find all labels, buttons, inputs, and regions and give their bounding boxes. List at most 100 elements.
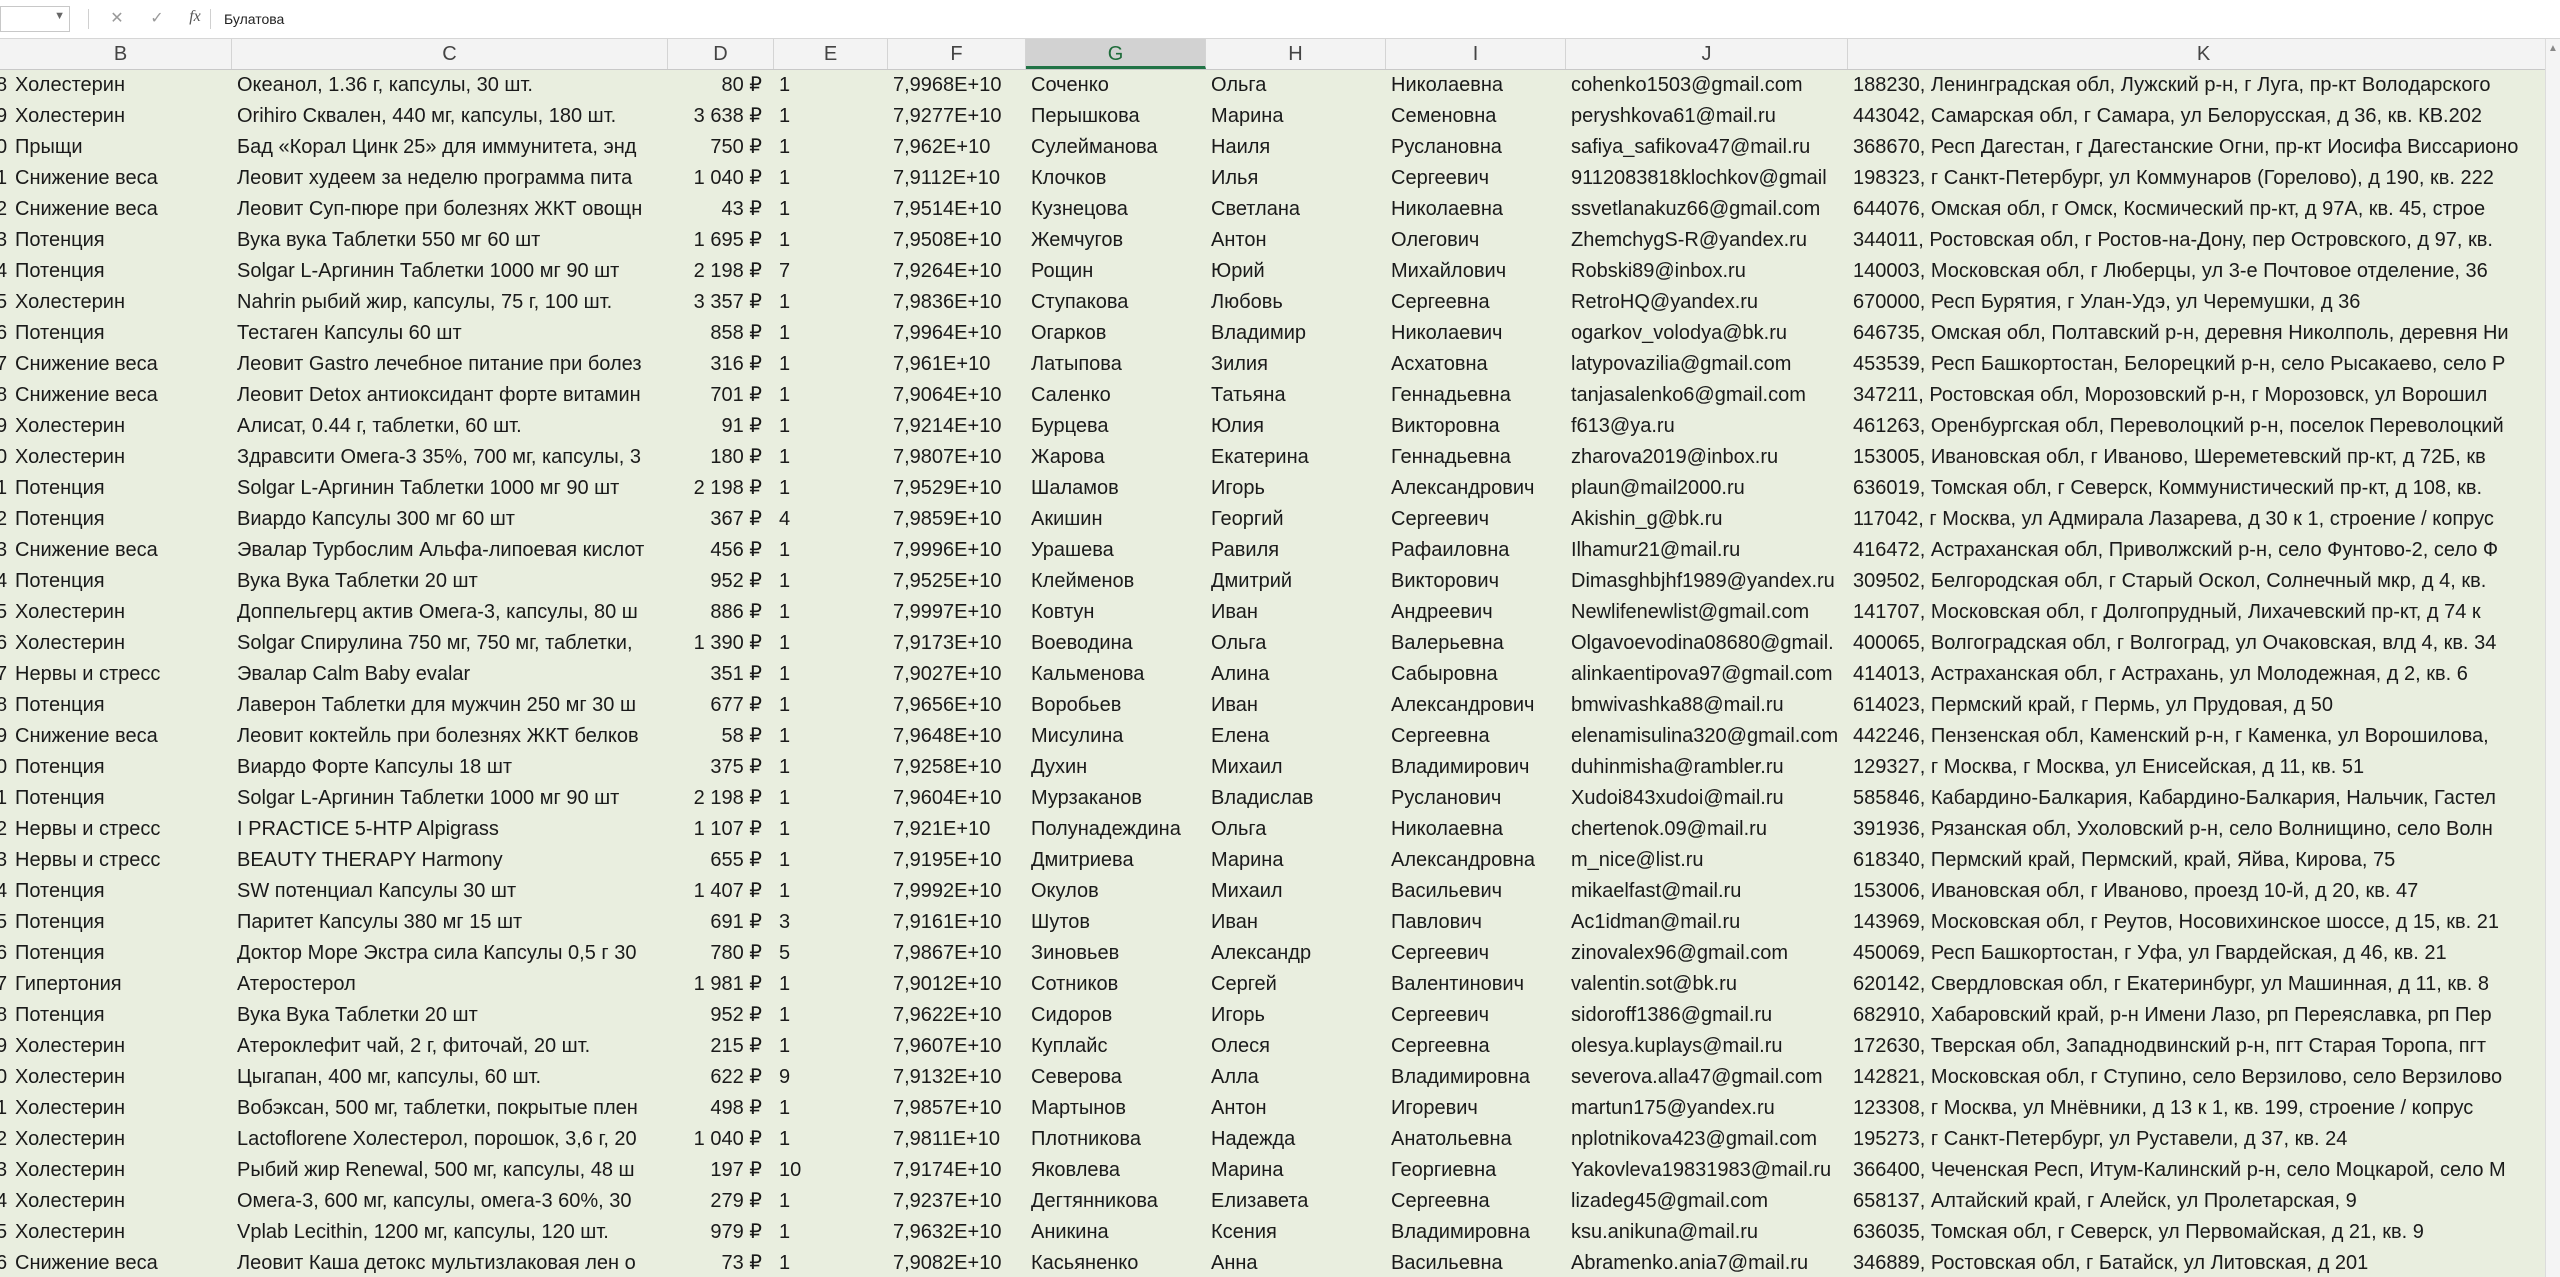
cell[interactable]: Анатольевна [1386,1124,1566,1155]
cell[interactable]: 7,9622E+10 [888,1000,1026,1031]
cell[interactable]: 279 ₽ [668,1186,774,1217]
cell[interactable]: Светлана [1206,194,1386,225]
cell[interactable]: 1 [774,318,888,349]
cell[interactable]: 1 [774,1093,888,1124]
cell[interactable]: 1 [774,194,888,225]
cell[interactable]: 416472, Астраханская обл, Приволжский р-… [1848,535,2560,566]
cell[interactable]: 1 [774,690,888,721]
cell[interactable]: ogarkov_volodya@bk.ru [1566,318,1848,349]
cell[interactable]: Жарова [1026,442,1206,473]
cell[interactable]: 1 981 ₽ [668,969,774,1000]
cell[interactable]: Вука Вука Таблетки 20 шт [232,1000,668,1031]
cell[interactable]: Антон [1206,1093,1386,1124]
cell[interactable]: 316 ₽ [668,349,774,380]
cell[interactable]: Холестерин [10,597,232,628]
cell[interactable]: Холестерин [10,1186,232,1217]
cell[interactable]: Холестерин [10,411,232,442]
cell[interactable]: 367 ₽ [668,504,774,535]
cell[interactable]: Яковлева [1026,1155,1206,1186]
cell[interactable]: zharova2019@inbox.ru [1566,442,1848,473]
cell[interactable]: Атероклефит чай, 2 г, фиточай, 20 шт. [232,1031,668,1062]
cell[interactable]: Сергей [1206,969,1386,1000]
cell[interactable]: 1 [774,132,888,163]
cell[interactable]: Сергеевна [1386,1031,1566,1062]
cell[interactable]: 655 ₽ [668,845,774,876]
cell[interactable]: Васильевна [1386,1248,1566,1277]
cell[interactable]: Нервы и стресс [10,845,232,876]
cell[interactable]: Омега-3, 600 мг, капсулы, омега-3 60%, 3… [232,1186,668,1217]
cell[interactable]: Потенция [10,907,232,938]
cell[interactable]: Yakovleva19831983@mail.ru [1566,1155,1848,1186]
cell[interactable]: Владимир [1206,318,1386,349]
cell[interactable]: Александрович [1386,473,1566,504]
cell[interactable]: Ac1idman@mail.ru [1566,907,1848,938]
cell[interactable]: 9112083818klochkov@gmail [1566,163,1848,194]
cell[interactable]: Надежда [1206,1124,1386,1155]
cell[interactable]: 1 [774,566,888,597]
cell[interactable]: 658137, Алтайский край, г Алейск, ул Про… [1848,1186,2560,1217]
cell[interactable]: 886 ₽ [668,597,774,628]
cell[interactable]: 1 390 ₽ [668,628,774,659]
cell[interactable]: 1 040 ₽ [668,1124,774,1155]
cell[interactable]: Дмитрий [1206,566,1386,597]
cell[interactable]: Воеводина [1026,628,1206,659]
cell[interactable]: Холестерин [10,442,232,473]
cell[interactable]: Вука вука Таблетки 550 мг 60 шт [232,225,668,256]
cell[interactable]: Снижение веса [10,380,232,411]
cell[interactable]: 215 ₽ [668,1031,774,1062]
cell[interactable]: Снижение веса [10,535,232,566]
cell[interactable]: Леовит Gastro лечебное питание при болез [232,349,668,380]
cell[interactable]: Атеростерол [232,969,668,1000]
cell[interactable]: 143969, Московская обл, г Реутов, Носови… [1848,907,2560,938]
cell[interactable]: 1 [774,597,888,628]
cell[interactable]: 1 040 ₽ [668,163,774,194]
cell[interactable]: 7,9012E+10 [888,969,1026,1000]
cell[interactable]: 780 ₽ [668,938,774,969]
cell[interactable]: Игорь [1206,473,1386,504]
cell[interactable]: 7,9859E+10 [888,504,1026,535]
cell[interactable]: Снижение веса [10,194,232,225]
cell[interactable]: Леовит Detox антиоксидант форте витамин [232,380,668,411]
cell[interactable]: 153005, Ивановская обл, г Иваново, Шерем… [1848,442,2560,473]
cell[interactable]: Потенция [10,783,232,814]
cell[interactable]: 1 [774,163,888,194]
cell[interactable]: Solgar Спирулина 750 мг, 750 мг, таблетк… [232,628,668,659]
cell[interactable]: 58 ₽ [668,721,774,752]
cell[interactable]: 195273, г Санкт-Петербург, ул Руставели,… [1848,1124,2560,1155]
cell[interactable]: Воробьев [1026,690,1206,721]
cell[interactable]: 1 695 ₽ [668,225,774,256]
cell[interactable]: 9 [774,1062,888,1093]
cell[interactable]: 1 [774,1031,888,1062]
cell[interactable]: 10 [774,1155,888,1186]
cell[interactable]: Здравсити Омега-3 35%, 700 мг, капсулы, … [232,442,668,473]
cell[interactable]: 400065, Волгоградская обл, г Волгоград, … [1848,628,2560,659]
cell[interactable]: 375 ₽ [668,752,774,783]
vertical-scrollbar[interactable]: ▲ [2545,39,2560,1277]
cell[interactable]: Akishin_g@bk.ru [1566,504,1848,535]
cell[interactable]: 7,9867E+10 [888,938,1026,969]
cell[interactable]: Олеся [1206,1031,1386,1062]
cell[interactable]: Павлович [1386,907,1566,938]
cell[interactable]: Николаевич [1386,318,1566,349]
cell[interactable]: 1 [774,876,888,907]
cell[interactable]: 618340, Пермский край, Пермский, край, Я… [1848,845,2560,876]
cell[interactable]: 414013, Астраханская обл, г Астрахань, у… [1848,659,2560,690]
cell[interactable]: bmwivashka88@mail.ru [1566,690,1848,721]
cell[interactable]: Потенция [10,566,232,597]
cell[interactable]: Холестерин [10,1031,232,1062]
cell[interactable]: 1 [774,101,888,132]
cell[interactable]: 1 [774,628,888,659]
cell[interactable]: Елена [1206,721,1386,752]
cell[interactable]: 7,9964E+10 [888,318,1026,349]
cell[interactable]: 1 [774,845,888,876]
cell[interactable]: 172630, Тверская обл, Западнодвинский р-… [1848,1031,2560,1062]
cell[interactable]: Михаил [1206,876,1386,907]
column-header-f[interactable]: F [888,39,1026,69]
cell[interactable]: Викторовна [1386,411,1566,442]
cell[interactable]: Андреевич [1386,597,1566,628]
cell[interactable]: Аникина [1026,1217,1206,1248]
cell[interactable]: Холестерин [10,1124,232,1155]
cell[interactable]: 1 [774,1248,888,1277]
cell[interactable]: Потенция [10,938,232,969]
cell[interactable]: 622 ₽ [668,1062,774,1093]
